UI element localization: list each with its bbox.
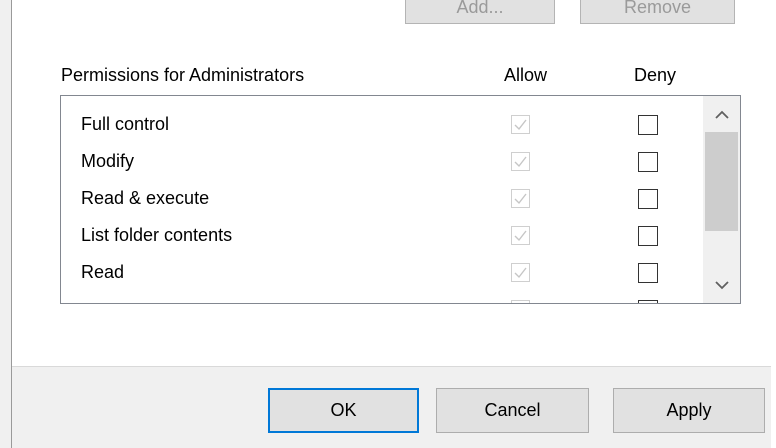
permission-row bbox=[61, 291, 701, 304]
permission-row: Read bbox=[61, 254, 701, 290]
add-button[interactable]: Add... bbox=[405, 0, 555, 24]
deny-checkbox[interactable] bbox=[638, 263, 658, 283]
permissions-title: Permissions for Administrators bbox=[61, 65, 305, 85]
checkmark-icon bbox=[514, 230, 527, 242]
permission-label: Read & execute bbox=[81, 188, 210, 208]
allow-checkbox[interactable] bbox=[511, 300, 530, 304]
allow-column-header: Allow bbox=[504, 65, 548, 85]
permissions-list[interactable]: Full control Modify Read & execute List fol… bbox=[60, 95, 741, 304]
checkmark-icon bbox=[514, 193, 527, 205]
chevron-up-icon bbox=[714, 110, 729, 119]
allow-checkbox[interactable] bbox=[511, 115, 530, 134]
permission-label: Full control bbox=[81, 114, 170, 134]
deny-checkbox[interactable] bbox=[638, 152, 658, 172]
deny-checkbox[interactable] bbox=[638, 300, 658, 303]
deny-checkbox[interactable] bbox=[638, 189, 658, 209]
security-dialog: Add... Remove Permissions for Administra… bbox=[0, 0, 776, 448]
checkmark-icon bbox=[514, 119, 527, 131]
remove-button[interactable]: Remove bbox=[580, 0, 735, 24]
deny-checkbox[interactable] bbox=[638, 115, 658, 135]
deny-checkbox[interactable] bbox=[638, 226, 658, 246]
scroll-thumb[interactable] bbox=[705, 132, 738, 231]
permission-row: List folder contents bbox=[61, 217, 701, 253]
scroll-up-button[interactable] bbox=[703, 99, 740, 129]
permission-row: Full control bbox=[61, 106, 701, 142]
checkmark-icon bbox=[513, 302, 528, 304]
permission-label: Modify bbox=[81, 151, 135, 171]
permission-label: Read bbox=[81, 262, 125, 282]
allow-checkbox[interactable] bbox=[511, 152, 530, 171]
cancel-button[interactable]: Cancel bbox=[436, 388, 589, 433]
checkmark-icon bbox=[514, 267, 527, 279]
permission-row: Modify bbox=[61, 143, 701, 179]
permissions-scrollbar[interactable] bbox=[703, 96, 740, 303]
window-edge bbox=[771, 0, 776, 448]
permission-label: List folder contents bbox=[81, 225, 233, 245]
scroll-down-button[interactable] bbox=[703, 270, 740, 300]
chevron-down-icon bbox=[714, 280, 729, 289]
permission-row: Read & execute bbox=[61, 180, 701, 216]
allow-checkbox[interactable] bbox=[511, 226, 530, 245]
allow-checkbox[interactable] bbox=[511, 263, 530, 282]
ok-button[interactable]: OK bbox=[268, 388, 419, 433]
apply-button[interactable]: Apply bbox=[613, 388, 765, 433]
allow-checkbox[interactable] bbox=[511, 189, 530, 208]
deny-column-header: Deny bbox=[634, 65, 677, 85]
checkmark-icon bbox=[514, 156, 527, 168]
